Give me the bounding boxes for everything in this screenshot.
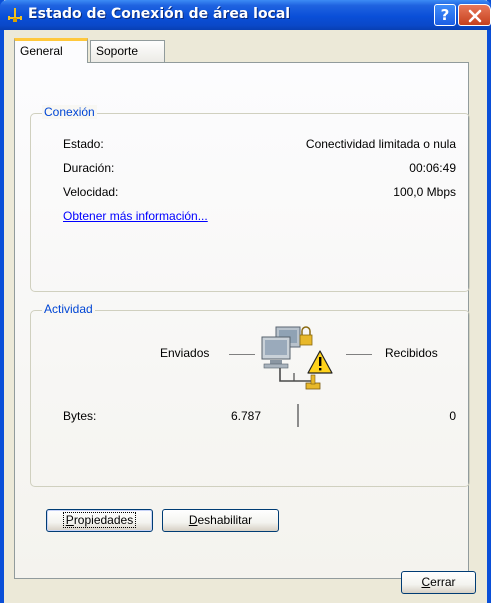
tab-general-label: General xyxy=(20,44,63,58)
window-title: Estado de Conexión de área local xyxy=(28,6,291,22)
disable-button[interactable]: Deshabilitar xyxy=(162,509,279,532)
activity-divider xyxy=(297,404,299,427)
sent-label: Enviados xyxy=(160,346,210,360)
properties-button[interactable]: Propiedades xyxy=(46,509,153,532)
close-button-label: Cerrar xyxy=(421,575,456,589)
activity-group-title: Actividad xyxy=(42,302,95,316)
speed-value: 100,0 Mbps xyxy=(393,185,456,199)
status-value: Conectividad limitada o nula xyxy=(305,137,456,151)
speed-label: Velocidad: xyxy=(63,185,119,199)
network-warning-icon xyxy=(261,326,333,390)
sent-line xyxy=(229,354,255,355)
title-bar[interactable]: Estado de Conexión de área local ? xyxy=(0,0,491,30)
tab-general[interactable]: General xyxy=(14,38,88,63)
close-window-button[interactable] xyxy=(458,4,491,26)
more-info-link[interactable]: Obtener más información... xyxy=(63,209,208,223)
bytes-received-value: 0 xyxy=(449,409,456,423)
activity-group xyxy=(30,310,470,487)
properties-button-label: Propiedades xyxy=(62,512,137,528)
close-button[interactable]: Cerrar xyxy=(401,571,476,594)
help-button[interactable]: ? xyxy=(434,4,456,26)
status-label: Estado: xyxy=(63,137,104,151)
disable-button-label: Deshabilitar xyxy=(188,513,253,527)
received-label: Recibidos xyxy=(385,346,438,360)
received-line xyxy=(346,354,372,355)
close-icon xyxy=(468,9,482,23)
bytes-sent-value: 6.787 xyxy=(230,409,261,423)
tab-soporte-label: Soporte xyxy=(96,44,139,58)
network-connection-icon xyxy=(8,8,22,22)
help-icon: ? xyxy=(440,6,450,24)
connection-group-title: Conexión xyxy=(42,105,97,119)
bytes-label: Bytes: xyxy=(63,409,97,423)
duration-value: 00:06:49 xyxy=(409,161,456,175)
duration-label: Duración: xyxy=(63,161,115,175)
tab-soporte[interactable]: Soporte xyxy=(90,40,165,62)
